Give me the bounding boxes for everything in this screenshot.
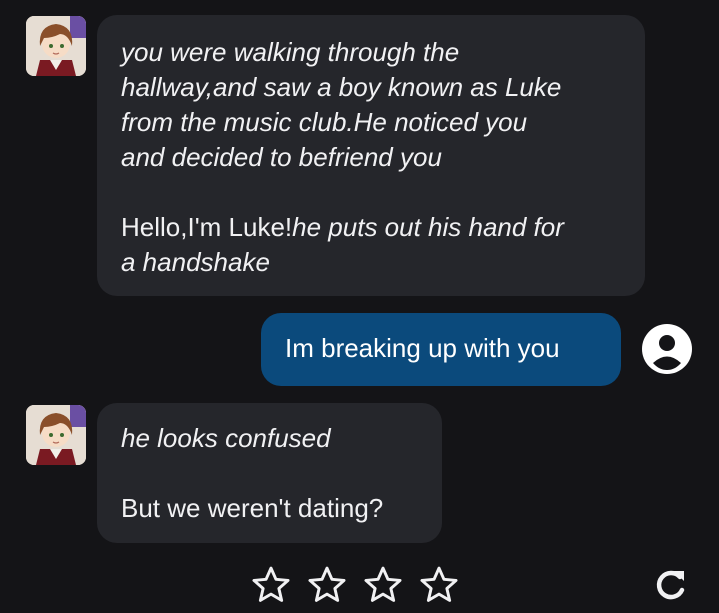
message-text: and decided to befriend you — [121, 142, 442, 172]
star-outline-icon[interactable] — [249, 563, 293, 607]
refresh-icon[interactable] — [650, 565, 690, 605]
message-text: he looks confused — [121, 423, 331, 453]
message-text: Hello,I'm Luke! — [121, 212, 293, 242]
message-text: you were walking through the — [121, 37, 460, 67]
star-outline-icon[interactable] — [305, 563, 349, 607]
message-line: Hello,I'm Luke!he puts out his hand for — [121, 210, 621, 245]
star-outline-icon[interactable] — [417, 563, 461, 607]
star-outline-icon[interactable] — [361, 563, 405, 607]
character-avatar-icon[interactable] — [26, 16, 86, 76]
message-text: from the music club.He noticed you — [121, 107, 528, 137]
message-text: Im breaking up with you — [285, 333, 560, 363]
character-avatar-icon[interactable] — [26, 405, 86, 465]
user-avatar-icon[interactable] — [641, 323, 693, 375]
message-text: But we weren't dating? — [121, 493, 384, 523]
bot-message-bubble: you were walking through the hallway,and… — [97, 15, 645, 296]
message-text: hallway,and saw a boy known as Luke — [121, 72, 562, 102]
bot-message-bubble: he looks confused But we weren't dating? — [97, 403, 442, 543]
user-message-bubble: Im breaking up with you — [261, 313, 621, 386]
message-text: a handshake — [121, 247, 270, 277]
message-text: he puts out his hand for — [292, 212, 564, 242]
chat-screen: you were walking through the hallway,and… — [0, 0, 719, 613]
rating-stars — [249, 563, 461, 607]
